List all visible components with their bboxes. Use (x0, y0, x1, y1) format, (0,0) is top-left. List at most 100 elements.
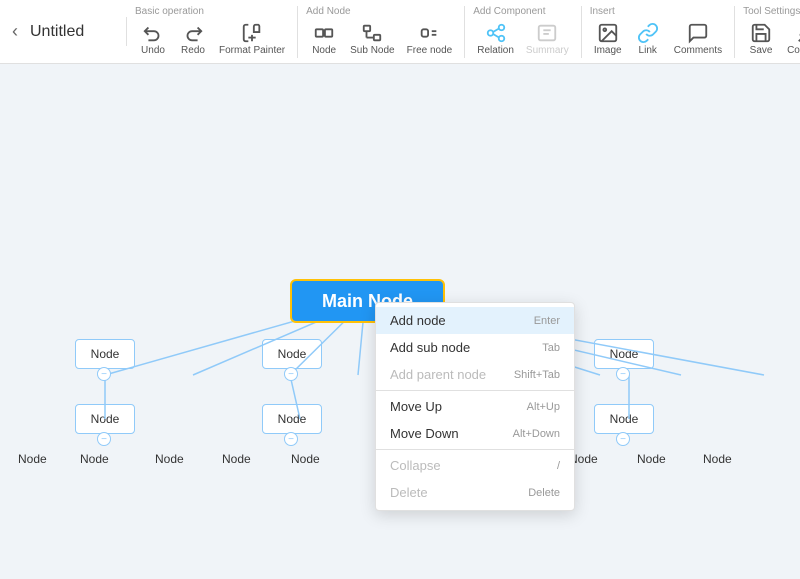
relation-icon (484, 21, 508, 45)
ctx-move-down-label: Move Down (390, 426, 459, 441)
node-label-leaf: Node (637, 452, 666, 466)
node-label-leaf: Node (703, 452, 732, 466)
redo-icon (181, 21, 205, 45)
ctx-add-parent-node[interactable]: Add parent node Shift+Tab (376, 361, 574, 388)
ctx-delete[interactable]: Delete Delete (376, 479, 574, 506)
ctx-collapse[interactable]: Collapse / (376, 452, 574, 479)
node-label-leaf: Node (80, 452, 109, 466)
ctx-add-sub-node-shortcut: Tab (542, 342, 560, 354)
undo-label: Undo (141, 45, 165, 56)
canvas: Main Node Node − Node − Node Node Node N… (0, 64, 800, 579)
node-box-mid-parent[interactable]: Node (262, 339, 322, 369)
comments-button[interactable]: Comments (670, 19, 726, 58)
collapse-dot[interactable]: − (616, 432, 630, 446)
collapse-icon (795, 21, 800, 45)
image-button[interactable]: Image (590, 19, 626, 58)
image-icon (596, 21, 620, 45)
save-label: Save (750, 45, 773, 56)
ctx-collapse-shortcut: / (557, 460, 560, 472)
format-painter-icon (240, 21, 264, 45)
save-icon (749, 21, 773, 45)
node-label: Node (278, 347, 307, 361)
tool-settings-label: Tool Settings (743, 6, 800, 17)
ctx-add-parent-node-label: Add parent node (390, 367, 486, 382)
node-box[interactable]: Node (262, 404, 322, 434)
comments-icon (686, 21, 710, 45)
insert-group: Insert Image Link Comments (582, 6, 735, 58)
toolbar: ‹ Untitled Basic operation Undo Redo (0, 0, 800, 64)
ctx-delete-shortcut: Delete (528, 487, 560, 499)
node-label: Node (312, 45, 336, 56)
node-label: Node (278, 412, 307, 426)
sub-node-icon (360, 21, 384, 45)
undo-icon (141, 21, 165, 45)
add-node-group: Add Node Node Sub Node Free node (298, 6, 465, 58)
collapse-dot[interactable]: − (616, 367, 630, 381)
ctx-divider-1 (376, 390, 574, 391)
node-box[interactable]: Node (75, 404, 135, 434)
node-label: Node (91, 347, 120, 361)
ctx-move-up[interactable]: Move Up Alt+Up (376, 393, 574, 420)
add-node-label: Add Node (306, 6, 350, 17)
node-label-leaf: Node (18, 452, 47, 466)
collapse-dot[interactable]: − (97, 432, 111, 446)
link-button[interactable]: Link (630, 19, 666, 58)
redo-label: Redo (181, 45, 205, 56)
ctx-add-sub-node-label: Add sub node (390, 340, 470, 355)
ctx-divider-2 (376, 449, 574, 450)
summary-button[interactable]: Summary (522, 19, 573, 58)
node-label: Node (91, 412, 120, 426)
back-button[interactable]: ‹ (8, 17, 22, 46)
save-button[interactable]: Save (743, 19, 779, 58)
relation-label: Relation (477, 45, 514, 56)
node-box-left-parent[interactable]: Node (75, 339, 135, 369)
link-label: Link (639, 45, 657, 56)
collapse-dot[interactable]: − (284, 367, 298, 381)
basic-operation-group: Basic operation Undo Redo Format Painter (127, 6, 298, 58)
comments-label: Comments (674, 45, 722, 56)
ctx-add-parent-node-shortcut: Shift+Tab (514, 369, 560, 381)
ctx-add-node-label: Add node (390, 313, 446, 328)
link-icon (636, 21, 660, 45)
ctx-add-sub-node[interactable]: Add sub node Tab (376, 334, 574, 361)
summary-label: Summary (526, 45, 569, 56)
format-painter-label: Format Painter (219, 45, 285, 56)
undo-button[interactable]: Undo (135, 19, 171, 58)
collapse-dot[interactable]: − (284, 432, 298, 446)
context-menu: Add node Enter Add sub node Tab Add pare… (375, 302, 575, 511)
free-node-button[interactable]: Free node (403, 19, 457, 58)
sub-node-label: Sub Node (350, 45, 394, 56)
insert-label: Insert (590, 6, 615, 17)
toolbar-nav: ‹ Untitled (8, 17, 127, 46)
ctx-add-node[interactable]: Add node Enter (376, 307, 574, 334)
redo-button[interactable]: Redo (175, 19, 211, 58)
ctx-move-down-shortcut: Alt+Down (513, 428, 560, 440)
node-label-leaf: Node (155, 452, 184, 466)
tool-settings-buttons: Save Collapse (743, 19, 800, 58)
free-node-icon (417, 21, 441, 45)
sub-node-button[interactable]: Sub Node (346, 19, 398, 58)
node-label-leaf: Node (222, 452, 251, 466)
collapse-button[interactable]: Collapse (783, 19, 800, 58)
format-painter-button[interactable]: Format Painter (215, 19, 289, 58)
basic-operation-label: Basic operation (135, 6, 204, 17)
node-box-right-parent[interactable]: Node (594, 339, 654, 369)
node-button[interactable]: Node (306, 19, 342, 58)
ctx-collapse-label: Collapse (390, 458, 441, 473)
insert-buttons: Image Link Comments (590, 19, 726, 58)
ctx-move-up-label: Move Up (390, 399, 442, 414)
node-label: Node (610, 347, 639, 361)
basic-operation-buttons: Undo Redo Format Painter (135, 19, 289, 58)
ctx-delete-label: Delete (390, 485, 428, 500)
tool-settings-group: Tool Settings Save Collapse (735, 6, 800, 58)
relation-button[interactable]: Relation (473, 19, 518, 58)
ctx-move-down[interactable]: Move Down Alt+Down (376, 420, 574, 447)
document-title: Untitled (30, 23, 110, 41)
collapse-label: Collapse (787, 45, 800, 56)
collapse-dot[interactable]: − (97, 367, 111, 381)
node-box[interactable]: Node (594, 404, 654, 434)
add-component-buttons: Relation Summary (473, 19, 573, 58)
ctx-add-node-shortcut: Enter (534, 315, 560, 327)
free-node-label: Free node (407, 45, 453, 56)
add-node-buttons: Node Sub Node Free node (306, 19, 456, 58)
